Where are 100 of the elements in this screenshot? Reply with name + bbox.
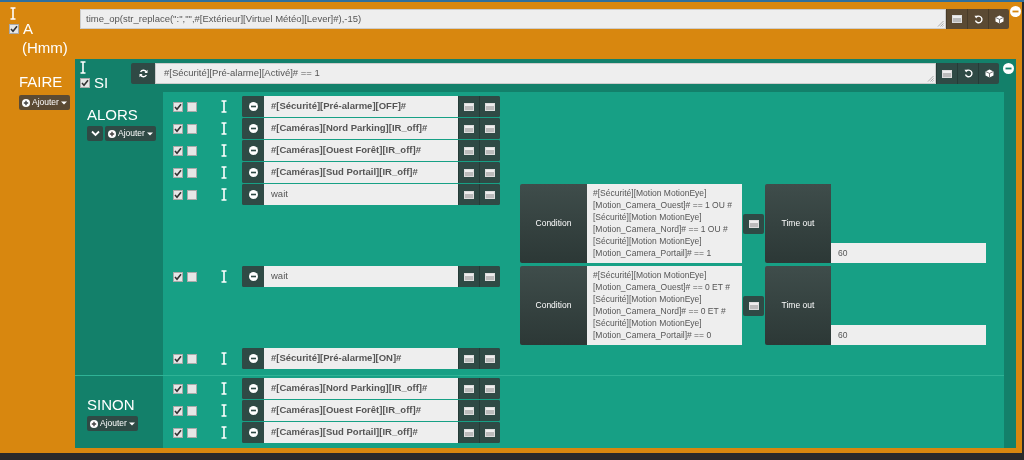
window-icon xyxy=(464,190,474,199)
collapse-button[interactable] xyxy=(87,126,103,141)
options-button[interactable] xyxy=(479,422,500,443)
drag-handle-icon[interactable] xyxy=(221,382,227,395)
condition-label: Condition xyxy=(520,184,587,263)
options-button[interactable] xyxy=(743,295,764,316)
refresh-button[interactable] xyxy=(131,63,155,84)
action-field[interactable]: #[Caméras][Sud Portail][IR_off]# xyxy=(264,422,458,443)
condition-field[interactable]: #[Sécurité][Pré-alarme][Activé]# == 1 xyxy=(155,63,936,84)
options-button[interactable] xyxy=(479,266,500,287)
action-field[interactable]: #[Caméras][Sud Portail][IR_off]# xyxy=(264,162,458,183)
window-icon xyxy=(942,69,952,78)
action-field[interactable]: #[Caméras][Ouest Forêt][IR_off]# xyxy=(264,400,458,421)
drag-handle-icon[interactable] xyxy=(221,352,227,365)
checkbox[interactable] xyxy=(187,189,197,200)
checkbox[interactable] xyxy=(187,353,197,364)
cube-icon xyxy=(984,69,994,78)
options-button[interactable] xyxy=(479,96,500,117)
window-icon xyxy=(464,406,474,415)
options-button[interactable] xyxy=(936,63,957,84)
drag-handle-icon[interactable] xyxy=(221,144,227,157)
checkbox[interactable] xyxy=(173,353,183,364)
code-button[interactable] xyxy=(988,9,1009,29)
timeout-field[interactable]: 60 xyxy=(831,243,986,263)
condition-field[interactable]: #[Sécurité][Motion MotionEye][Motion_Camera_Ouest]# == 1 OU #[Sécurité][Motion MotionEye][Motion_Camera_Nord]# == 1 OU #[Sécurité][Motion MotionEye][Motion_Camera_Portail]# == 1 xyxy=(587,184,742,263)
minus-circle-icon xyxy=(248,168,258,177)
condition-field[interactable]: #[Sécurité][Motion MotionEye][Motion_Camera_Ouest]# == 0 ET #[Sécurité][Motion MotionEye][Motion_Camera_Nord]# == 0 ET #[Sécurité][Motion MotionEye][Motion_Camera_Portail]# == 0 xyxy=(587,266,742,345)
checkbox[interactable] xyxy=(173,405,183,416)
options-button[interactable] xyxy=(479,378,500,399)
plus-circle-icon xyxy=(108,129,116,138)
history-button[interactable] xyxy=(957,63,978,84)
checkbox[interactable] xyxy=(187,101,197,112)
checkbox[interactable] xyxy=(187,271,197,282)
drag-handle-icon[interactable] xyxy=(221,270,227,283)
drag-handle-icon[interactable] xyxy=(221,100,227,113)
expression-field[interactable]: time_op(str_replace(":","",#[Extérieur][Virtuel Météo][Lever]#),-15) xyxy=(80,9,946,29)
drag-handle-icon[interactable] xyxy=(221,404,227,417)
resize-grip-icon[interactable] xyxy=(927,75,934,82)
checkbox[interactable] xyxy=(173,101,183,112)
drag-handle-icon[interactable] xyxy=(221,426,227,439)
checkbox[interactable] xyxy=(187,145,197,156)
options-button[interactable] xyxy=(946,9,967,29)
caret-icon xyxy=(146,131,153,136)
history-icon xyxy=(973,14,983,24)
history-button[interactable] xyxy=(967,9,988,29)
checkbox[interactable] xyxy=(80,78,90,88)
options-button[interactable] xyxy=(479,348,500,369)
window-icon xyxy=(485,190,495,199)
options-button[interactable] xyxy=(479,162,500,183)
window-icon xyxy=(464,272,474,281)
action-field[interactable]: wait xyxy=(264,184,458,205)
checkbox[interactable] xyxy=(173,145,183,156)
checkbox[interactable] xyxy=(173,427,183,438)
drag-handle-icon[interactable] xyxy=(221,166,227,179)
add-dropdown-button[interactable]: Ajouter xyxy=(19,95,70,110)
chevron-down-icon xyxy=(90,130,100,137)
drag-handle-icon[interactable] xyxy=(221,122,227,135)
minus-circle-icon xyxy=(248,146,258,155)
checkbox[interactable] xyxy=(173,167,183,178)
options-button[interactable] xyxy=(479,400,500,421)
action-field[interactable]: #[Caméras][Nord Parking][IR_off]# xyxy=(264,118,458,139)
drag-handle-icon[interactable] xyxy=(221,188,227,201)
drag-handle-icon[interactable] xyxy=(10,7,16,20)
checkbox[interactable] xyxy=(187,405,197,416)
checkbox[interactable] xyxy=(173,123,183,134)
action-field[interactable]: #[Sécurité][Pré-alarme][OFF]# xyxy=(264,96,458,117)
code-button[interactable] xyxy=(978,63,999,84)
checkbox[interactable] xyxy=(173,189,183,200)
action-field[interactable]: #[Caméras][Ouest Forêt][IR_off]# xyxy=(264,140,458,161)
remove-block-icon[interactable] xyxy=(1003,63,1014,74)
history-icon xyxy=(963,69,973,78)
add-dropdown-button[interactable]: Ajouter xyxy=(87,416,138,431)
caret-icon xyxy=(60,100,67,105)
section-title: SINON xyxy=(87,396,136,414)
options-button[interactable] xyxy=(479,184,500,205)
checkbox[interactable] xyxy=(173,383,183,394)
window-icon xyxy=(464,384,474,393)
options-button[interactable] xyxy=(743,213,764,234)
drag-handle-icon[interactable] xyxy=(80,61,86,74)
window-icon xyxy=(485,102,495,111)
block-title: SI xyxy=(94,74,109,92)
checkbox[interactable] xyxy=(173,271,183,282)
checkbox[interactable] xyxy=(187,427,197,438)
minus-circle-icon xyxy=(248,190,258,199)
action-field[interactable]: #[Caméras][Nord Parking][IR_off]# xyxy=(264,378,458,399)
options-button[interactable] xyxy=(479,140,500,161)
window-icon xyxy=(464,354,474,363)
checkbox[interactable] xyxy=(187,123,197,134)
remove-block-icon[interactable] xyxy=(1010,6,1021,17)
action-field[interactable]: #[Sécurité][Pré-alarme][ON]# xyxy=(264,348,458,369)
timeout-field[interactable]: 60 xyxy=(831,325,986,345)
add-dropdown-button[interactable]: Ajouter xyxy=(105,126,156,141)
checkbox[interactable] xyxy=(187,167,197,178)
options-button[interactable] xyxy=(479,118,500,139)
checkbox[interactable] xyxy=(9,24,19,34)
timeout-label: Time out xyxy=(765,266,831,345)
window-icon xyxy=(485,146,495,155)
action-field[interactable]: wait xyxy=(264,266,458,287)
checkbox[interactable] xyxy=(187,383,197,394)
resize-grip-icon[interactable] xyxy=(937,20,944,27)
